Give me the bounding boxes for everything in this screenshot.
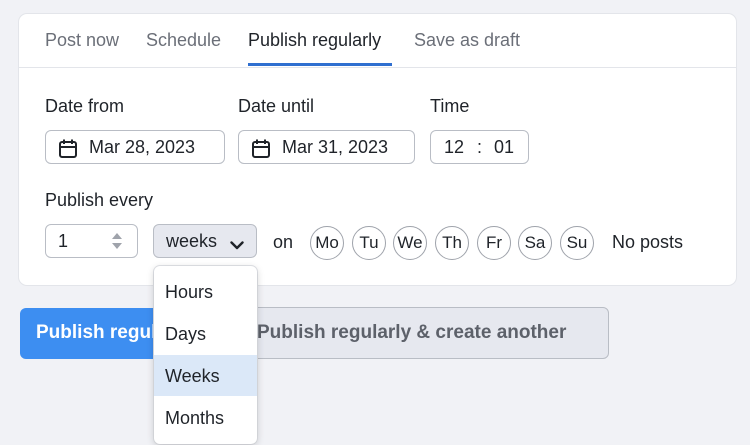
publish-every-label: Publish every <box>45 190 154 210</box>
day-toggle-mo[interactable]: Mo <box>310 226 344 260</box>
tab-schedule[interactable]: Schedule <box>146 30 221 51</box>
dropdown-option-weeks[interactable]: Weeks <box>154 355 257 396</box>
day-toggle-su[interactable]: Su <box>560 226 594 260</box>
on-label: on <box>273 232 294 252</box>
time-label: Time <box>430 96 470 116</box>
time-hour[interactable]: 12 <box>444 137 464 158</box>
day-toggle-th[interactable]: Th <box>435 226 469 260</box>
date-until-field[interactable]: Mar 31, 2023 <box>238 130 415 164</box>
active-tab-indicator <box>248 63 392 66</box>
dropdown-option-months[interactable]: Months <box>154 397 257 438</box>
option-label: Hours <box>165 282 214 302</box>
tab-post-now[interactable]: Post now <box>45 30 119 51</box>
interval-unit-select[interactable]: weeks <box>153 224 257 258</box>
date-from-label: Date from <box>45 96 125 116</box>
tab-save-as-draft[interactable]: Save as draft <box>414 30 520 51</box>
interval-unit-value: weeks <box>166 231 218 251</box>
day-toggle-fr[interactable]: Fr <box>477 226 511 260</box>
option-label: Days <box>165 324 207 344</box>
tab-publish-regularly[interactable]: Publish regularly <box>248 30 381 51</box>
no-posts-text: No posts <box>612 232 684 252</box>
publish-regularly-button[interactable]: Publish regularly <box>20 308 170 359</box>
dropdown-option-days[interactable]: Days <box>154 313 257 354</box>
day-toggle-sa[interactable]: Sa <box>518 226 552 260</box>
calendar-icon <box>251 139 271 163</box>
option-label: Months <box>165 408 225 428</box>
tab-bar: Post now Schedule Publish regularly Save… <box>19 14 736 68</box>
calendar-icon <box>58 139 78 163</box>
interval-value: 1 <box>58 231 69 251</box>
interval-unit-dropdown: Hours Days Weeks Months <box>154 266 257 444</box>
publish-and-create-another-label: Publish regularly & create another <box>257 322 567 343</box>
publish-regularly-label: Publish regularly <box>36 322 170 343</box>
publish-panel: Post now Schedule Publish regularly Save… <box>19 14 736 285</box>
chevron-down-icon <box>230 237 244 255</box>
interval-stepper[interactable]: 1 <box>45 224 138 258</box>
time-minute[interactable]: 01 <box>494 137 514 158</box>
option-label: Weeks <box>165 366 220 386</box>
date-until-value: Mar 31, 2023 <box>282 137 389 157</box>
date-from-field[interactable]: Mar 28, 2023 <box>45 130 225 164</box>
date-from-value: Mar 28, 2023 <box>89 137 196 157</box>
time-separator: : <box>477 137 483 157</box>
day-toggle-we[interactable]: We <box>393 226 427 260</box>
dropdown-option-hours[interactable]: Hours <box>154 271 257 312</box>
date-until-label: Date until <box>238 96 315 116</box>
stepper-arrows-icon[interactable] <box>111 232 123 255</box>
day-toggle-tu[interactable]: Tu <box>352 226 386 260</box>
time-field[interactable]: 12 : 01 <box>430 130 529 164</box>
